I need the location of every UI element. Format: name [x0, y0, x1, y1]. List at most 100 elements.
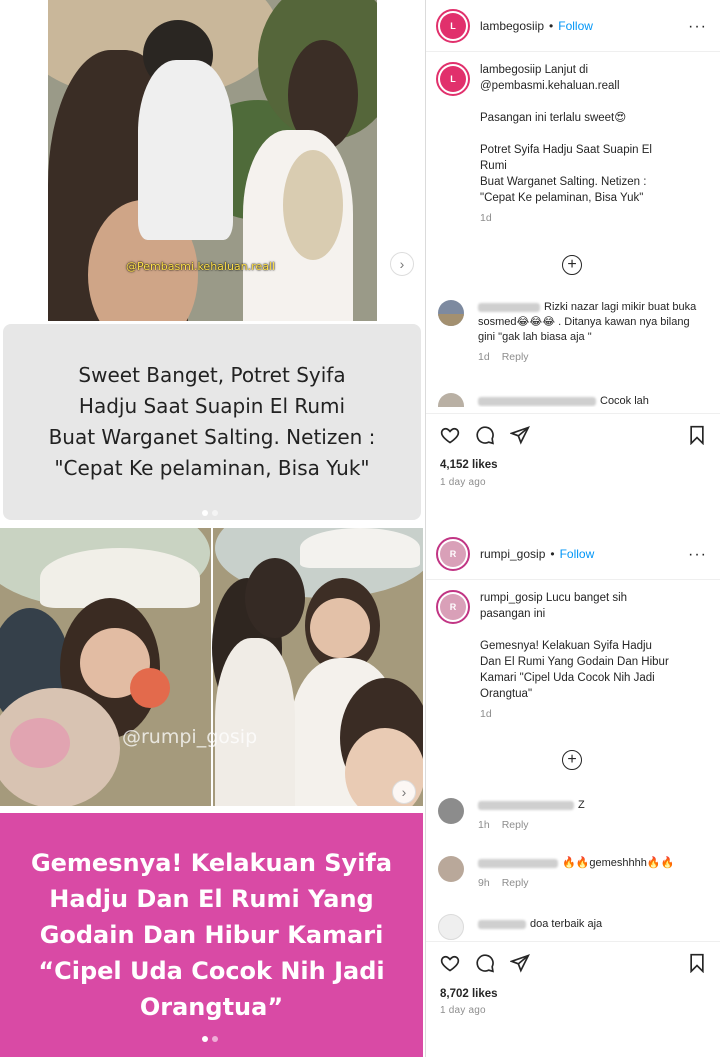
chevron-right-icon: › [401, 784, 407, 800]
heart-icon[interactable] [440, 425, 460, 445]
carousel-dots [202, 1036, 218, 1042]
follow-button[interactable]: Follow [558, 19, 593, 33]
caption-time: 1d [480, 212, 492, 224]
post-1-side-panel: L lambegosiip • Follow ··· L lambegosiip… [425, 0, 720, 528]
caption-text: Gemesnya! Kelakuan Syifa Hadju [480, 640, 652, 652]
follow-button[interactable]: Follow [560, 547, 595, 561]
caption-line: Hadju Dan El Rumi Yang [49, 885, 374, 913]
post-1-watermark: @Pembasmi.kehaluan.reall [126, 260, 276, 273]
more-options-icon[interactable]: ··· [688, 546, 707, 564]
caption-line: “Cipel Uda Cocok Nih Jadi [38, 957, 385, 985]
post-2-photo: @rumpi_gosip [0, 528, 423, 806]
likes-count[interactable]: 8,702 likes [440, 988, 498, 1000]
post-2-side-panel: R rumpi_gosip • Follow ··· R rumpi_gosip… [425, 528, 720, 1057]
reply-button[interactable]: Reply [502, 351, 529, 363]
reply-button[interactable]: Reply [502, 819, 529, 831]
comment-item: doa terbaik aja [438, 914, 713, 940]
post-2: @rumpi_gosip › Gemesnya! Kelakuan Syifa … [0, 528, 720, 1057]
post-2-watermark: @rumpi_gosip [122, 726, 258, 748]
caption-text: Lucu banget sih [545, 592, 628, 604]
caption-text: Dan El Rumi Yang Godain Dan Hibur [480, 656, 669, 668]
share-icon[interactable] [510, 425, 530, 445]
comment-text: Cocok lah [600, 395, 649, 407]
caption-time: 1d [480, 708, 492, 720]
blurred-username[interactable] [478, 302, 540, 312]
caption-line: Gemesnya! Kelakuan Syifa [30, 849, 393, 877]
heart-icon[interactable] [440, 953, 460, 973]
comment-item: Z 1h Reply [438, 798, 713, 833]
more-options-icon[interactable]: ··· [688, 18, 707, 36]
commenter-avatar[interactable] [438, 798, 464, 824]
caption-text: Rumi [480, 160, 507, 172]
carousel-dot [212, 510, 218, 516]
separator: • [550, 546, 555, 561]
carousel-dot-active [202, 1036, 208, 1042]
post-1-photo: @Pembasmi.kehaluan.reall [48, 0, 377, 321]
post-caption: R rumpi_gosip Lucu banget sih pasangan i… [436, 590, 711, 722]
post-header: R rumpi_gosip • Follow ··· [426, 528, 720, 580]
blurred-username[interactable] [478, 858, 558, 868]
caption-line: "Cepat Ke pelaminan, Bisa Yuk" [54, 456, 370, 480]
caption-line: Hadju Saat Suapin El Rumi [78, 394, 346, 418]
comment-time: 1d [478, 351, 490, 363]
likes-count[interactable]: 4,152 likes [440, 459, 498, 471]
carousel-dot-active [202, 510, 208, 516]
commenter-avatar[interactable] [438, 914, 464, 940]
comment-time: 9h [478, 877, 490, 889]
next-slide-button[interactable]: › [392, 780, 416, 804]
separator: • [549, 18, 554, 33]
comment-icon[interactable] [475, 425, 495, 445]
comment-item: Cocok lah [438, 393, 713, 407]
post-1-caption-card: Sweet Banget, Potret Syifa Hadju Saat Su… [3, 324, 421, 520]
action-bar [426, 941, 720, 981]
mention-link[interactable]: @pembasmi.kehaluan.reall [480, 78, 705, 94]
action-bar [426, 413, 720, 453]
caption-text: "Cepat Ke pelaminan, Bisa Yuk" [480, 192, 644, 204]
caption-username[interactable]: rumpi_gosip [480, 592, 543, 604]
comment-item: 🔥🔥gemeshhhh🔥🔥 9h Reply [438, 856, 713, 891]
carousel-dots [202, 510, 218, 516]
post-1: @Pembasmi.kehaluan.reall › Sweet Banget,… [0, 0, 720, 528]
caption-line: Orangtua” [139, 993, 284, 1021]
blurred-username[interactable] [478, 396, 596, 406]
avatar[interactable]: R [436, 536, 470, 571]
comment-time: 1h [478, 819, 490, 831]
commenter-avatar[interactable] [438, 300, 464, 326]
post-2-media[interactable]: @rumpi_gosip › Gemesnya! Kelakuan Syifa … [0, 528, 425, 1057]
next-slide-button[interactable]: › [390, 252, 414, 276]
commenter-avatar[interactable] [438, 856, 464, 882]
reply-button[interactable]: Reply [502, 877, 529, 889]
commenter-avatar[interactable] [438, 393, 464, 407]
caption-text: pasangan ini [480, 608, 546, 620]
plus-circle-icon[interactable]: + [562, 750, 582, 770]
bookmark-icon[interactable] [687, 425, 707, 445]
share-icon[interactable] [510, 953, 530, 973]
caption-text: Pasangan ini terlalu sweet😍 [480, 112, 627, 124]
caption-line: Buat Warganet Salting. Netizen : [48, 425, 376, 449]
comment-text: 🔥🔥gemeshhhh🔥🔥 [562, 857, 675, 869]
plus-circle-icon[interactable]: + [562, 255, 582, 275]
caption-text: Potret Syifa Hadju Saat Suapin El [480, 144, 652, 156]
post-2-caption-card: Gemesnya! Kelakuan Syifa Hadju Dan El Ru… [0, 813, 423, 1057]
avatar[interactable]: R [436, 590, 470, 624]
avatar[interactable]: L [436, 62, 470, 96]
caption-line: Godain Dan Hibur Kamari [39, 921, 384, 949]
username-link[interactable]: rumpi_gosip [480, 547, 545, 561]
caption-username[interactable]: lambegosiip [480, 64, 541, 76]
chevron-right-icon: › [399, 256, 405, 272]
comment-item: Rizki nazar lagi mikir buat buka sosmed😂… [438, 300, 713, 365]
blurred-username[interactable] [478, 919, 526, 929]
comment-text: doa terbaik aja [530, 918, 603, 930]
post-time: 1 day ago [440, 1005, 486, 1016]
bookmark-icon[interactable] [687, 953, 707, 973]
username-link[interactable]: lambegosiip [480, 19, 544, 33]
caption-text: Kamari "Cipel Uda Cocok Nih Jadi [480, 672, 655, 684]
caption-text: Lanjut di [544, 64, 589, 76]
blurred-username[interactable] [478, 800, 574, 810]
avatar[interactable]: L [436, 8, 470, 43]
comment-icon[interactable] [475, 953, 495, 973]
caption-text: Buat Warganet Salting. Netizen : [480, 176, 647, 188]
caption-line: Sweet Banget, Potret Syifa [78, 363, 346, 387]
post-caption: L lambegosiip Lanjut di @pembasmi.kehalu… [436, 62, 711, 226]
post-1-media[interactable]: @Pembasmi.kehaluan.reall › Sweet Banget,… [0, 0, 425, 528]
